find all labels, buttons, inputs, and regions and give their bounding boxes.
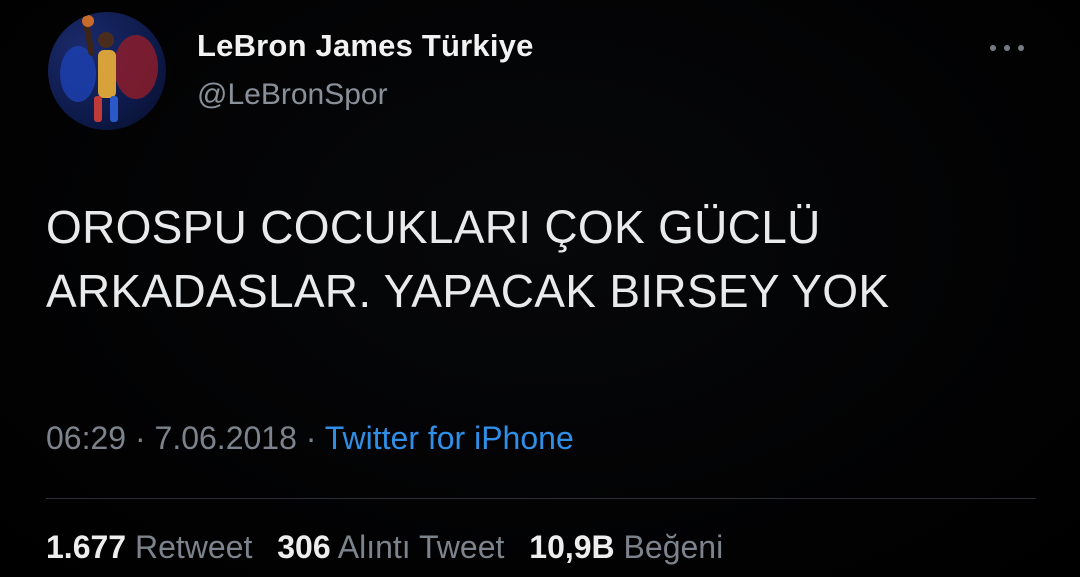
tweet-stats: 1.677 Retweet 306 Alıntı Tweet 10,9B Beğ… xyxy=(46,529,739,566)
author-handle[interactable]: @LeBronSpor xyxy=(197,78,388,112)
likes-count: 10,9B xyxy=(529,529,615,565)
likes-label: Beğeni xyxy=(623,529,724,565)
tweet-date[interactable]: 7.06.2018 xyxy=(155,420,297,456)
tweet-text-line-2: ARKADASLAR. YAPACAK BIRSEY YOK xyxy=(46,265,890,317)
more-options-icon[interactable] xyxy=(984,34,1030,62)
avatar[interactable] xyxy=(48,12,166,130)
quotes-count: 306 xyxy=(277,529,331,565)
quotes-label: Alıntı Tweet xyxy=(337,529,505,565)
retweets-label: Retweet xyxy=(134,529,253,565)
retweets-stat[interactable]: 1.677 Retweet xyxy=(46,529,261,565)
quotes-stat[interactable]: 306 Alıntı Tweet xyxy=(277,529,513,565)
retweets-count: 1.677 xyxy=(46,529,127,565)
tweet-source-link[interactable]: Twitter for iPhone xyxy=(325,420,574,456)
basketball-player-icon xyxy=(60,15,158,122)
meta-separator: · xyxy=(305,420,317,456)
meta-separator: · xyxy=(134,420,146,456)
tweet-text: OROSPU COCUKLARI ÇOK GÜCLÜ ARKADASLAR. Y… xyxy=(46,195,1046,323)
divider xyxy=(46,498,1036,499)
tweet-text-line-1: OROSPU COCUKLARI ÇOK GÜCLÜ xyxy=(46,201,821,253)
tweet-card: LeBron James Türkiye @LeBronSpor OROSPU … xyxy=(0,0,1080,577)
tweet-meta: 06:29 · 7.06.2018 · Twitter for iPhone xyxy=(46,420,574,457)
tweet-time[interactable]: 06:29 xyxy=(46,420,126,456)
likes-stat[interactable]: 10,9B Beğeni xyxy=(529,529,723,565)
author-display-name[interactable]: LeBron James Türkiye xyxy=(197,28,534,64)
